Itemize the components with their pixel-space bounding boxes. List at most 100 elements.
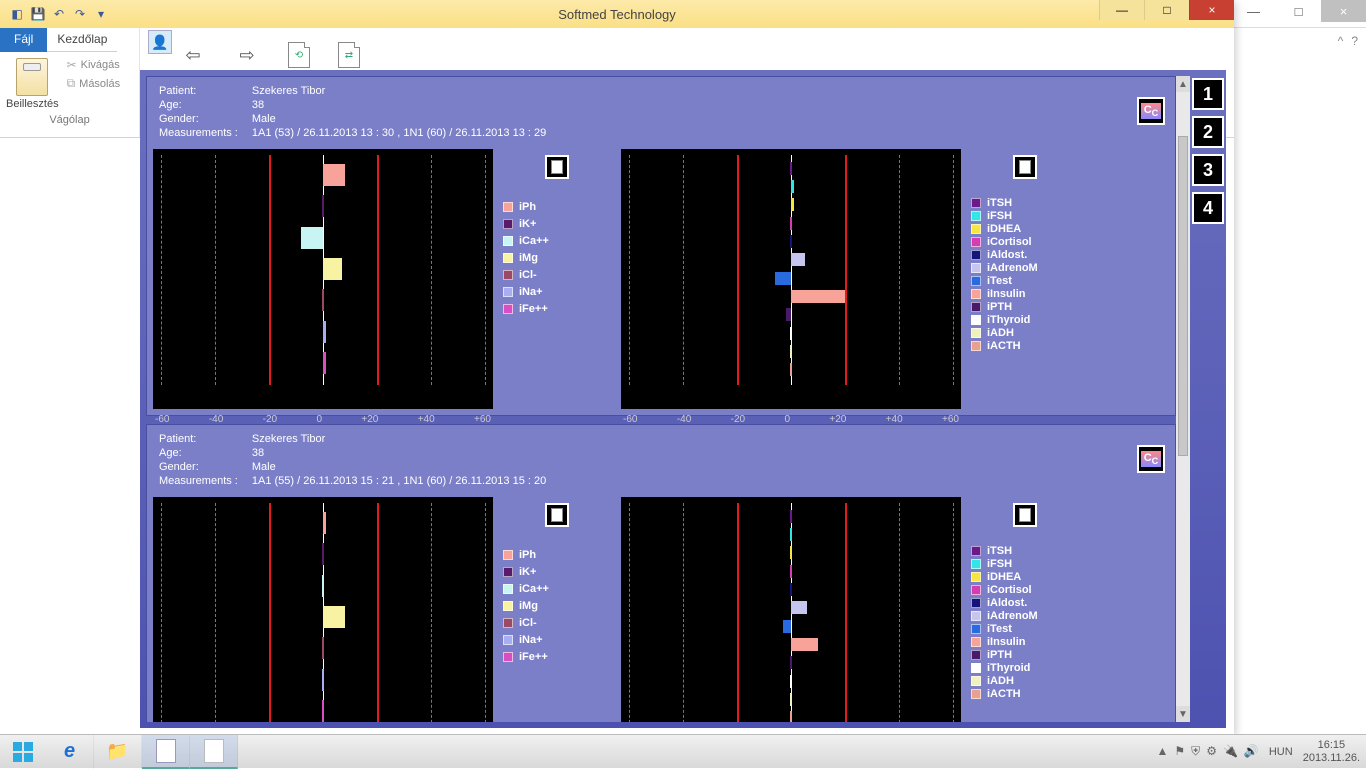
- measurement-record: Patient:Szekeres Tibor Age:38 Gender:Mal…: [146, 76, 1176, 416]
- vertical-scrollbar[interactable]: ▲ ▼: [1176, 76, 1190, 722]
- taskbar-ie-button[interactable]: e: [46, 735, 94, 769]
- bar-iMg: [323, 606, 345, 628]
- paste-icon[interactable]: [16, 58, 48, 96]
- legend-label: iFSH: [987, 210, 1012, 222]
- qat-undo-button[interactable]: ↶: [50, 5, 68, 23]
- softmed-window: ◧ 💾 ↶ ↷ ▾ Softmed Technology — □ × Fájl …: [0, 0, 1234, 734]
- bar-iAldost.: [790, 583, 792, 596]
- gridline: [377, 503, 379, 722]
- module-patient-icon[interactable]: 👤: [148, 30, 172, 54]
- bar-iFe++: [322, 700, 324, 722]
- ion-chart: -60-40-200+20+40+60: [153, 497, 493, 722]
- legend-label: iNa+: [519, 634, 543, 646]
- legend-swatch: [971, 637, 981, 647]
- qat-redo-button[interactable]: ↷: [71, 5, 89, 23]
- legend-doc-icon[interactable]: [1013, 155, 1037, 179]
- bar-iAdrenoM: [791, 253, 805, 266]
- page-num-4[interactable]: 4: [1192, 192, 1224, 224]
- legend-swatch: [971, 224, 981, 234]
- legend-doc-icon[interactable]: [1013, 503, 1037, 527]
- record-mode-icon[interactable]: CC: [1137, 97, 1165, 125]
- legend-item: iFe++: [503, 651, 611, 663]
- legend-item: iK+: [503, 566, 611, 578]
- record-header: Patient:Szekeres Tibor Age:38 Gender:Mal…: [147, 77, 1175, 149]
- legend-item: iADH: [971, 327, 1079, 339]
- legend-swatch: [971, 559, 981, 569]
- system-tray[interactable]: ▲ ⚑ ⛨ ⚙ 🔌 🔊 HUN 16:15 2013.11.26.: [1157, 735, 1360, 768]
- tray-time: 16:15: [1303, 739, 1360, 751]
- page-num-1[interactable]: 1: [1192, 78, 1224, 110]
- gridline: [737, 155, 739, 385]
- bg-help-icon[interactable]: ?: [1351, 34, 1358, 48]
- tray-power-icon[interactable]: 🔌: [1223, 744, 1238, 759]
- tray-language[interactable]: HUN: [1269, 746, 1293, 758]
- taskbar-explorer-button[interactable]: 📁: [94, 735, 142, 769]
- tray-volume-icon[interactable]: 🔊: [1244, 744, 1259, 759]
- bg-collapse-icon[interactable]: ^: [1338, 34, 1344, 48]
- legend-item: iAldost.: [971, 249, 1079, 261]
- legend-label: iADH: [987, 675, 1014, 687]
- nav-forward-button[interactable]: ⇨: [234, 42, 260, 68]
- copy-icon: ⧉: [67, 76, 76, 91]
- minimize-button[interactable]: —: [1099, 0, 1144, 20]
- legend-item: iAdrenoM: [971, 610, 1079, 622]
- bg-maximize-button[interactable]: □: [1276, 0, 1321, 22]
- scroll-up-button[interactable]: ▲: [1176, 76, 1190, 92]
- tab-home[interactable]: Kezdőlap: [47, 28, 117, 52]
- nav-back-button[interactable]: ⇦: [180, 42, 206, 68]
- bar-iADH: [790, 345, 792, 358]
- hormone-chart: -60-40-200+20+40+60: [621, 497, 961, 722]
- legend-item: iCa++: [503, 583, 611, 595]
- bar-iAldost.: [790, 235, 792, 248]
- tray-up-icon[interactable]: ▲: [1157, 744, 1169, 759]
- legend-doc-icon[interactable]: [545, 503, 569, 527]
- bg-close-button[interactable]: ×: [1321, 0, 1366, 22]
- cut-button[interactable]: ✂Kivágás: [67, 58, 121, 72]
- measurement-record: Patient:Szekeres Tibor Age:38 Gender:Mal…: [146, 424, 1176, 722]
- tray-flag-icon[interactable]: ⚑: [1174, 744, 1185, 759]
- app-titlebar[interactable]: ◧ 💾 ↶ ↷ ▾ Softmed Technology — □ ×: [0, 0, 1234, 28]
- bar-iPh: [323, 164, 345, 186]
- page-num-2[interactable]: 2: [1192, 116, 1224, 148]
- copy-button[interactable]: ⧉Másolás: [67, 76, 121, 91]
- taskbar-app2-button[interactable]: [190, 735, 238, 769]
- legend-item: iAldost.: [971, 597, 1079, 609]
- legend-swatch: [503, 584, 513, 594]
- legend-swatch: [503, 601, 513, 611]
- start-button[interactable]: [0, 735, 46, 769]
- bar-iCa++: [322, 575, 324, 597]
- paste-button[interactable]: Beillesztés: [6, 98, 59, 110]
- qat-save-button[interactable]: 💾: [29, 5, 47, 23]
- legend-label: iPTH: [987, 649, 1012, 661]
- gridline: [683, 503, 684, 722]
- sync-doc-button[interactable]: ⇄: [338, 42, 360, 68]
- bar-iFe++: [323, 352, 326, 374]
- refresh-doc-button[interactable]: ⟲: [288, 42, 310, 68]
- bar-iTSH: [790, 162, 792, 175]
- legend-label: iCl-: [519, 617, 537, 629]
- tab-file[interactable]: Fájl: [0, 28, 47, 52]
- record-mode-icon[interactable]: CC: [1137, 445, 1165, 473]
- legend-swatch: [971, 572, 981, 582]
- ribbon-group-label: Vágólap: [0, 114, 139, 126]
- qat-app-icon[interactable]: ◧: [8, 5, 26, 23]
- legend-item: iNa+: [503, 634, 611, 646]
- maximize-button[interactable]: □: [1144, 0, 1189, 20]
- bg-minimize-button[interactable]: —: [1231, 0, 1276, 22]
- qat-customize-button[interactable]: ▾: [92, 5, 110, 23]
- bar-iPTH: [790, 656, 792, 669]
- close-button[interactable]: ×: [1189, 0, 1234, 20]
- tray-clock[interactable]: 16:15 2013.11.26.: [1303, 739, 1360, 763]
- page-num-3[interactable]: 3: [1192, 154, 1224, 186]
- tray-shield-icon[interactable]: ⛨: [1191, 744, 1200, 759]
- gridline: [485, 503, 486, 722]
- scroll-down-button[interactable]: ▼: [1176, 706, 1190, 722]
- taskbar-app1-button[interactable]: [142, 735, 190, 769]
- bar-iCl-: [322, 637, 324, 659]
- scroll-thumb[interactable]: [1178, 136, 1188, 456]
- taskbar[interactable]: e 📁 ▲ ⚑ ⛨ ⚙ 🔌 🔊 HUN 16:15 2013.11.26.: [0, 734, 1366, 768]
- legend-doc-icon[interactable]: [545, 155, 569, 179]
- tray-network-icon[interactable]: ⚙: [1206, 744, 1217, 759]
- gridline: [377, 155, 379, 385]
- legend-label: iAdrenoM: [987, 262, 1038, 274]
